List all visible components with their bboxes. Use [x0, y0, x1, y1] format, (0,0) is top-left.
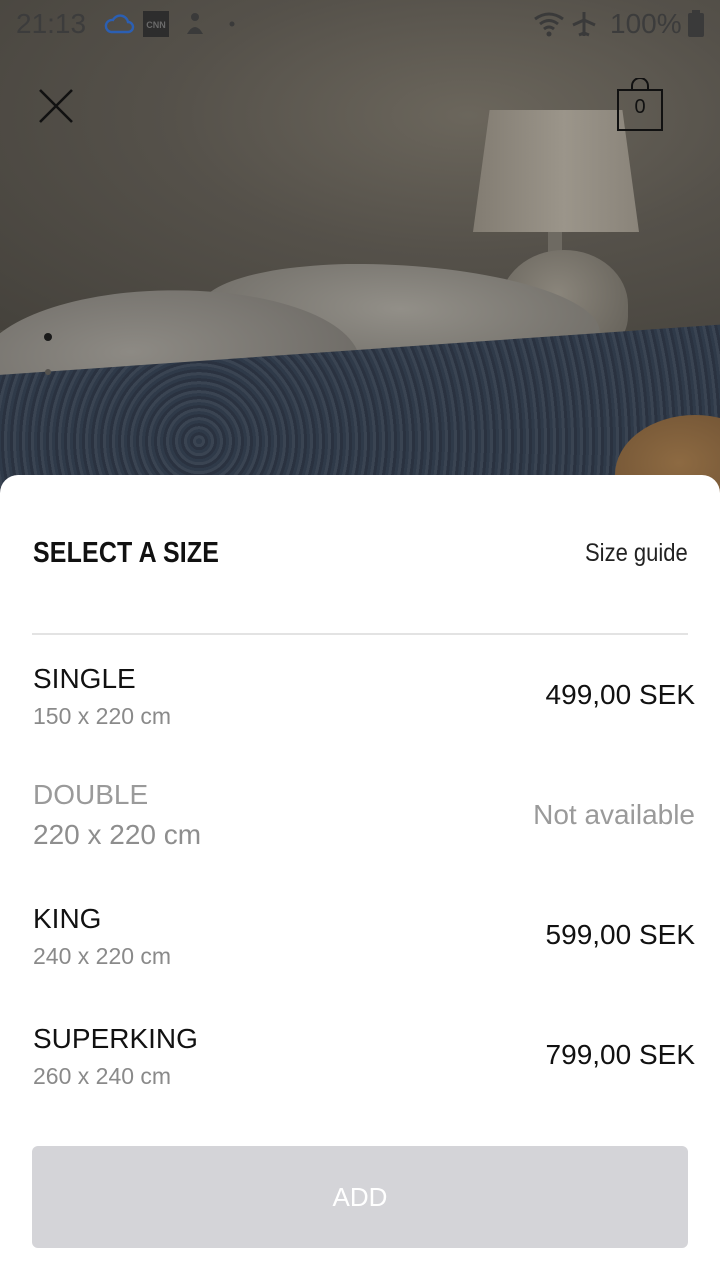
sheet-title: SELECT A SIZE [33, 537, 220, 569]
airplane-mode-icon [572, 12, 596, 37]
size-option-superking[interactable]: SUPERKING 260 x 240 cm 799,00 SEK [0, 1017, 720, 1127]
carousel-indicator [44, 333, 52, 403]
dot-icon [229, 21, 235, 27]
size-option-price: 499,00 SEK [545, 679, 695, 710]
add-to-cart-button[interactable]: ADD [32, 1146, 688, 1248]
status-bar: 21:13 CNN 100% [0, 0, 720, 48]
product-image-backdrop [0, 0, 720, 500]
size-guide-link[interactable]: Size guide [585, 539, 688, 568]
size-option-availability: Not available [533, 799, 695, 830]
battery-percent: 100% [610, 8, 682, 39]
size-option-dimensions: 150 x 220 cm [33, 703, 172, 729]
size-option-dimensions: 260 x 240 cm [33, 1063, 172, 1089]
carousel-dot-active [44, 333, 52, 341]
cnn-app-icon: CNN [143, 11, 169, 37]
size-selection-sheet: SELECT A SIZE Size guide SINGLE 150 x 22… [0, 475, 720, 1280]
wifi-icon [534, 12, 564, 37]
size-option-king[interactable]: KING 240 x 220 cm 599,00 SEK [0, 897, 720, 1007]
size-option-name: SUPERKING [33, 1023, 198, 1054]
size-option-single[interactable]: SINGLE 150 x 220 cm 499,00 SEK [0, 657, 720, 767]
size-option-name: KING [33, 903, 102, 934]
battery-icon [688, 10, 704, 37]
size-option-price: 599,00 SEK [545, 919, 695, 950]
cloud-icon [104, 14, 135, 34]
close-icon [39, 89, 73, 123]
status-time: 21:13 [16, 8, 87, 39]
notification-app-icon [187, 13, 203, 34]
cart-button[interactable]: 0 [612, 78, 668, 134]
size-option-dimensions: 220 x 220 cm [33, 819, 202, 850]
size-option-dimensions: 240 x 220 cm [33, 943, 172, 969]
close-button[interactable] [30, 80, 82, 132]
size-option-name: DOUBLE [33, 779, 149, 810]
divider [32, 633, 688, 635]
cart-count-badge: 0 [634, 96, 646, 118]
carousel-dot [45, 369, 51, 375]
svg-text:CNN: CNN [146, 20, 166, 30]
size-option-price: 799,00 SEK [545, 1039, 695, 1070]
size-option-double: DOUBLE 220 x 220 cm Not available [0, 773, 720, 883]
size-option-name: SINGLE [33, 663, 136, 694]
